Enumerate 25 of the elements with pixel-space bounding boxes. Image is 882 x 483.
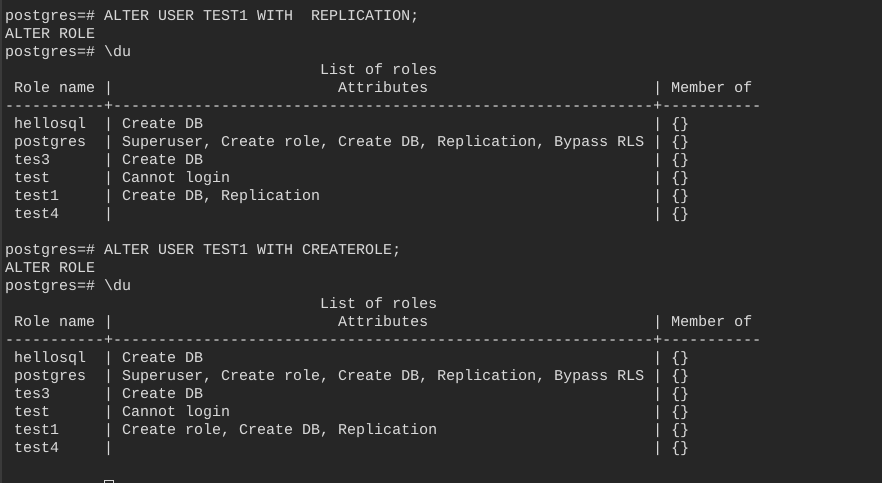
terminal-line: postgres=# ALTER USER TEST1 WITH CREATEROLE;: [5, 242, 402, 259]
terminal-line: tes3 | Create DB | {}: [13, 152, 690, 169]
terminal-line: -----------+------------------------------------------------------------+-----------: [5, 332, 762, 349]
cursor-icon: [104, 480, 114, 483]
terminal-line: postgres=# ALTER USER TEST1 WITH REPLICATION;: [5, 8, 420, 25]
terminal-line: test1 | Create DB, Replication | {}: [13, 188, 690, 205]
terminal-line: test | Cannot login | {}: [13, 170, 690, 187]
terminal-line: test1 | Create role, Create DB, Replication | {}: [13, 422, 690, 439]
terminal-line: -----------+------------------------------------------------------------+-----------: [5, 98, 762, 115]
terminal-line: Role name | Attributes | Member of: [13, 80, 752, 97]
terminal-line: tes3 | Create DB | {}: [13, 386, 690, 403]
terminal-line: Role name | Attributes | Member of: [13, 314, 752, 331]
terminal-line: test | Cannot login | {}: [13, 404, 690, 421]
terminal-line: ALTER ROLE: [5, 26, 96, 43]
terminal-line: test4 | | {}: [13, 440, 690, 457]
terminal-line: postgres=# \du: [5, 44, 132, 61]
terminal-line: postgres | Superuser, Create role, Create DB, Replication, Bypass RLS | {}: [13, 368, 690, 385]
terminal-line: List of roles: [319, 296, 438, 313]
terminal-line: postgres | Superuser, Create role, Create DB, Replication, Bypass RLS | {}: [13, 134, 690, 151]
terminal-line: test4 | | {}: [13, 206, 690, 223]
terminal-line: hellosql | Create DB | {}: [13, 350, 690, 367]
terminal-line: hellosql | Create DB | {}: [13, 116, 690, 133]
terminal-line: ALTER ROLE: [5, 260, 96, 277]
terminal-line: List of roles: [319, 62, 438, 79]
terminal-line: postgres=# \du: [5, 278, 132, 295]
